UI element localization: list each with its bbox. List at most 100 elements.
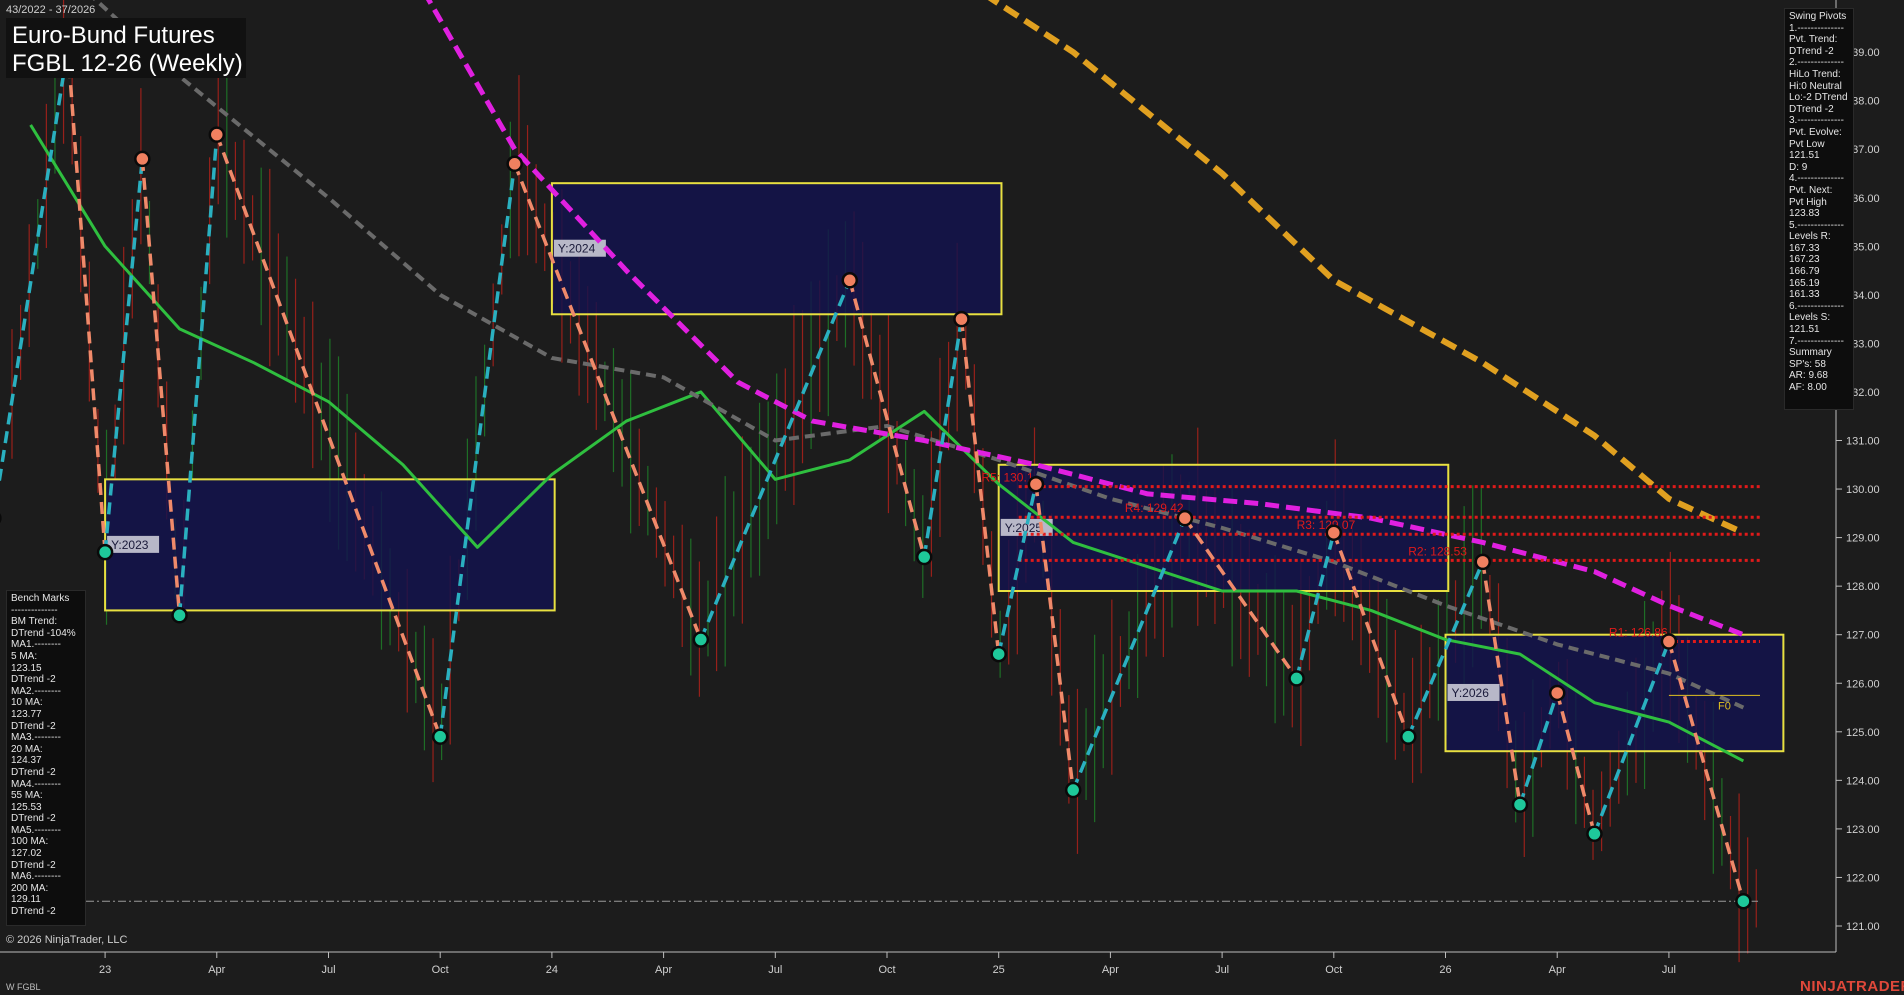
panel-line: 124.37 [11, 755, 81, 767]
f0-label: F0 [1718, 700, 1731, 712]
panel-line: MA5.-------- [11, 825, 81, 837]
time-tick-label: Jul [1215, 964, 1229, 976]
panel-line: Swing Pivots [1789, 11, 1849, 23]
time-tick-label: 24 [546, 964, 558, 976]
panel-line: DTrend -2 [11, 813, 81, 825]
panel-line: Pvt Low [1789, 139, 1849, 151]
panel-line: 1.-------------- [1789, 23, 1849, 35]
price-tick-label: 122.00 [1846, 872, 1880, 884]
panel-line: MA4.-------- [11, 779, 81, 791]
date-range-label: 43/2022 - 37/2026 [6, 4, 95, 16]
swing-pivot-point [1550, 686, 1564, 700]
swing-pivot-point [1587, 827, 1601, 841]
panel-line: 167.33 [1789, 243, 1849, 255]
year-box-label: Y:2023 [111, 538, 149, 552]
panel-line: 200 MA: [11, 883, 81, 895]
swing-pivot-point [1736, 894, 1750, 908]
swing-pivot-point [98, 545, 112, 559]
copyright-label: © 2026 NinjaTrader, LLC [6, 934, 127, 946]
panel-line: AF: 8.00 [1789, 382, 1849, 394]
swing-pivot-point [917, 550, 931, 564]
panel-line: Lo:-2 DTrend [1789, 92, 1849, 104]
panel-line: 5 MA: [11, 651, 81, 663]
time-tick-label: Apr [1102, 964, 1119, 976]
resistance-label: R2: 128.53 [1408, 544, 1467, 558]
time-tick-label: 25 [993, 964, 1005, 976]
resistance-label: R5: 130.1 [981, 471, 1033, 485]
panel-line: Pvt. Evolve: [1789, 127, 1849, 139]
price-tick-label: 123.00 [1846, 824, 1880, 836]
swing-pivot-point [843, 273, 857, 287]
bench-marks-panel: Bench Marks--------------BM Trend:DTrend… [6, 590, 86, 926]
swing-pivot-point [135, 152, 149, 166]
panel-line: AR: 9.68 [1789, 370, 1849, 382]
swing-pivot-point [1178, 511, 1192, 525]
panel-line: 123.77 [11, 709, 81, 721]
panel-line: 161.33 [1789, 289, 1849, 301]
year-box [552, 183, 1002, 314]
panel-line: 121.51 [1789, 150, 1849, 162]
time-tick-label: 26 [1439, 964, 1451, 976]
price-tick-label: 129.00 [1846, 533, 1880, 545]
time-tick-label: Oct [432, 964, 449, 976]
panel-line: Pvt. Trend: [1789, 34, 1849, 46]
panel-line: 6.-------------- [1789, 301, 1849, 313]
panel-line: 166.79 [1789, 266, 1849, 278]
swing-pivot-point [694, 633, 708, 647]
panel-line: DTrend -104% [11, 628, 81, 640]
panel-line: SP's: 58 [1789, 359, 1849, 371]
time-tick-label: Jul [1662, 964, 1676, 976]
year-box-label: Y:2026 [1452, 686, 1490, 700]
swing-pivot-point [1401, 730, 1415, 744]
panel-line: MA3.-------- [11, 732, 81, 744]
time-tick-label: Apr [208, 964, 225, 976]
panel-line: 2.-------------- [1789, 57, 1849, 69]
time-tick-label: Apr [655, 964, 672, 976]
ninjatrader-logo: NINJATRADER [1800, 978, 1904, 995]
panel-line: 55 MA: [11, 790, 81, 802]
swing-pivot-point [1327, 526, 1341, 540]
swing-pivot-point [954, 312, 968, 326]
panel-line: MA1.-------- [11, 639, 81, 651]
time-tick-label: Oct [1325, 964, 1342, 976]
resistance-label: R1: 126.86 [1609, 625, 1668, 639]
price-tick-label: 131.00 [1846, 436, 1880, 448]
title-box: Euro-Bund Futures FGBL 12-26 (Weekly) [6, 18, 246, 78]
panel-line: BM Trend: [11, 616, 81, 628]
panel-line: 165.19 [1789, 278, 1849, 290]
time-tick-label: 23 [99, 964, 111, 976]
time-tick-label: Apr [1549, 964, 1566, 976]
panel-line: 123.15 [11, 663, 81, 675]
swing-pivot-point [1513, 798, 1527, 812]
panel-line: DTrend -2 [11, 721, 81, 733]
instrument-tag: W FGBL [6, 982, 41, 992]
swing-pivot-point [508, 157, 522, 171]
swing-pivot-point [173, 608, 187, 622]
price-tick-label: 126.00 [1846, 678, 1880, 690]
panel-line: 100 MA: [11, 836, 81, 848]
price-chart[interactable]: Y:2023Y:2024Y:2025Y:2026 R5: 130.1R4: 12… [0, 0, 1904, 994]
panel-line: 7.-------------- [1789, 336, 1849, 348]
panel-line: 129.11 [11, 894, 81, 906]
resistance-label: R4: 129.42 [1125, 501, 1184, 515]
price-tick-label: 128.00 [1846, 581, 1880, 593]
panel-line: Levels S: [1789, 312, 1849, 324]
panel-line: HiLo Trend: [1789, 69, 1849, 81]
price-tick-label: 124.00 [1846, 775, 1880, 787]
panel-line: 127.02 [11, 848, 81, 860]
panel-line: MA6.-------- [11, 871, 81, 883]
swing-pivot-point [1066, 783, 1080, 797]
panel-line: 20 MA: [11, 744, 81, 756]
panel-line: MA2.-------- [11, 686, 81, 698]
swing-pivot-point [210, 128, 224, 142]
swing-pivot-point [1029, 477, 1043, 491]
panel-line: 125.53 [11, 802, 81, 814]
swing-pivot-point [433, 730, 447, 744]
time-tick-label: Oct [878, 964, 895, 976]
price-tick-label: 130.00 [1846, 484, 1880, 496]
panel-line: DTrend -2 [11, 906, 81, 918]
panel-line: D: 9 [1789, 162, 1849, 174]
panel-line: DTrend -2 [11, 767, 81, 779]
swing-pivot-point [1476, 555, 1490, 569]
panel-line: DTrend -2 [11, 860, 81, 872]
